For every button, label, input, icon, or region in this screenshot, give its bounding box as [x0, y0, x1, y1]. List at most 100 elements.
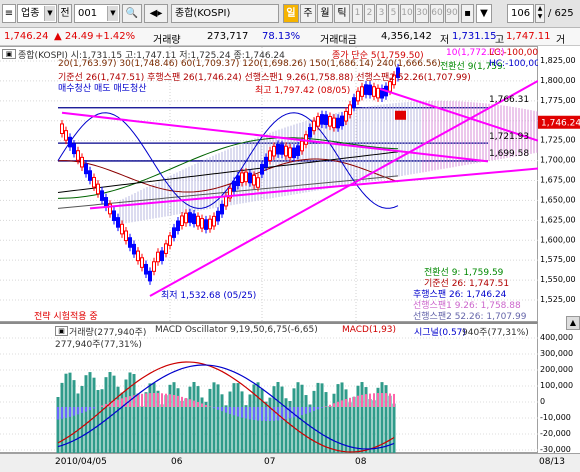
scroll-up-icon[interactable]: ▲: [566, 316, 580, 330]
tab-month[interactable]: 월: [317, 4, 333, 23]
candle-body: [76, 150, 80, 161]
low-label: 저: [440, 35, 450, 46]
volume-bar: [88, 372, 92, 453]
hline-label-1: 1,766.31: [489, 95, 530, 105]
legend-hc: HC:-100,00: [489, 59, 540, 69]
tab-min-10[interactable]: 10: [400, 4, 414, 23]
candle-body: [352, 97, 356, 108]
volume-bar: [220, 394, 224, 453]
candle-body: [260, 164, 264, 175]
candle-body: [192, 213, 196, 225]
tab-min-5[interactable]: 5: [388, 4, 399, 23]
candle-body: [372, 86, 376, 97]
current-price-marker: [395, 110, 406, 120]
high-label: 고: [495, 35, 505, 46]
tab-min-2[interactable]: 2: [364, 4, 375, 23]
search-icon[interactable]: 🔍: [122, 4, 142, 23]
low-value: 1,731.15: [452, 31, 497, 42]
candle-body: [160, 250, 164, 262]
candle-body: [288, 147, 292, 158]
volume-bar: [216, 384, 220, 453]
volume-bar: [372, 400, 376, 453]
candle-body: [236, 175, 240, 187]
legend-ma-long: 20(1,763.97) 30(1,748.46) 60(1,709.37) 1…: [58, 59, 441, 69]
candle-body: [328, 116, 332, 127]
osc-tick-label: 400,000: [540, 333, 573, 342]
volume-bar: [192, 382, 196, 453]
price-tick-label: 1,625,00: [540, 215, 576, 224]
volume-bar: [332, 393, 336, 453]
candle-body: [132, 243, 136, 255]
tab-button[interactable]: 전: [58, 4, 72, 23]
volume-bar: [76, 393, 80, 453]
osc-tick-label: -10,000: [540, 413, 571, 422]
price-tick-label: 1,725,00: [540, 136, 576, 145]
volume-bar: [212, 382, 216, 453]
option-dropdown[interactable]: ▼: [476, 4, 492, 23]
legend-toggle-icon[interactable]: ▣: [55, 326, 68, 336]
candle-body: [340, 115, 344, 127]
candle-body: [184, 212, 188, 224]
candle-body: [196, 215, 200, 227]
hline-label-2: 1,721.93: [489, 132, 530, 142]
volume-bar: [312, 390, 316, 453]
candle-body: [172, 227, 176, 238]
tab-min-90[interactable]: 90: [445, 4, 459, 23]
volume-bar: [240, 391, 244, 453]
market-select[interactable]: 업종 ▼: [17, 4, 57, 23]
tab-min-60[interactable]: 60: [430, 4, 444, 23]
candle-body: [316, 116, 320, 127]
volume-bar: [104, 377, 108, 453]
tab-min-30[interactable]: 30: [415, 4, 429, 23]
volume-bar: [360, 382, 364, 453]
legend-toggle-icon[interactable]: ▣: [2, 49, 16, 59]
menu-icon[interactable]: ≡: [2, 4, 16, 23]
candle-body: [140, 257, 144, 268]
osc-tick-label: 200,000: [540, 365, 573, 374]
osc-tick-label: 300,000: [540, 349, 573, 358]
candle-body: [312, 120, 316, 132]
tab-day[interactable]: 일: [283, 4, 299, 23]
candle-body: [84, 163, 88, 175]
volume-bar: [80, 385, 84, 453]
price-tick-label: 1,825,00: [540, 56, 576, 65]
osc-legend-volume-2: 277,940주(77,31%): [55, 340, 142, 350]
tab-tick[interactable]: 틱: [334, 4, 350, 23]
code-input-value: 001: [78, 8, 98, 19]
date-label-start: 2010/04/05: [55, 457, 107, 467]
tab-min-3[interactable]: 3: [376, 4, 387, 23]
volume-bar: [344, 389, 348, 453]
low-annotation: 최저 1,532.68 (05/25): [161, 291, 257, 301]
count-stepper[interactable]: ▲ ▼: [535, 4, 545, 23]
volume-bar: [324, 392, 328, 453]
code-input[interactable]: 001 ▼: [74, 4, 120, 23]
volume-bar: [368, 399, 372, 453]
legend-signals: 매수청산 매도 매도청산: [58, 84, 147, 94]
volume-bar: [320, 383, 324, 453]
high-annotation: 최고 1,797.42 (08/05): [255, 86, 351, 96]
candle-body: [208, 218, 212, 230]
tab-min-1[interactable]: 1: [352, 4, 363, 23]
osc-tick-label: 100,000: [540, 381, 573, 390]
candle-body: [96, 183, 100, 195]
toolbar: ≡ 업종 ▼ 전 001 ▼ 🔍 ◀▸ 종합(KOSPI) 일 주 월 틱 1 …: [0, 0, 580, 28]
speaker-icon[interactable]: ◀▸: [144, 4, 168, 23]
tab-week[interactable]: 주: [300, 4, 316, 23]
volume-bar: [100, 389, 104, 453]
candle-body: [72, 143, 76, 155]
price-tick-label: 1,650,00: [540, 195, 576, 204]
price-tick-label: 1,600,00: [540, 235, 576, 244]
oscillator-panel[interactable]: ▣ 거래량(277,940주) MACD Oscillator 9,19,50,…: [0, 322, 538, 453]
volume-bar: [348, 402, 352, 453]
candle-body: [128, 237, 132, 248]
count-input[interactable]: 106: [507, 4, 534, 23]
amount-value: 4,356,142: [381, 31, 432, 42]
candle-body: [136, 250, 140, 262]
settings-icon[interactable]: ▪: [461, 4, 474, 23]
volume-bar: [72, 380, 76, 453]
price-chart-panel[interactable]: ▣ 종합(KOSPI) 시:1,731.15 고:1,747.11 저:1,72…: [0, 46, 540, 323]
candle-body: [348, 104, 352, 115]
volume-bar: [132, 374, 136, 453]
price-change: ▲ 24.49: [54, 31, 94, 42]
volume-bar: [328, 405, 332, 453]
